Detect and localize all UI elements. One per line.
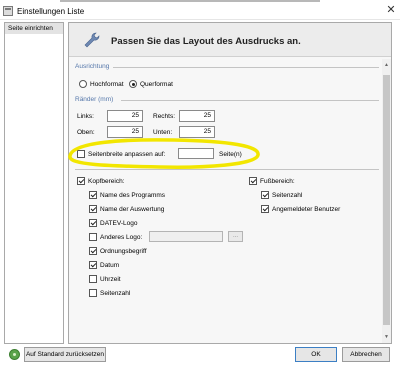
radio-querformat[interactable] [129, 80, 137, 88]
name-des-programms-label: Name des Programms [100, 192, 166, 199]
ordnungsbegriff-label: Ordnungsbegriff [100, 248, 147, 255]
datum-label: Datum [100, 262, 120, 269]
anderes-logo-path-input [149, 231, 223, 242]
close-button[interactable]: ✕ [382, 2, 400, 19]
kopfbereich-label: Kopfbereich: [88, 178, 125, 185]
seitenzahl-kopf-label: Seitenzahl [100, 290, 131, 297]
checkbox-datum[interactable] [89, 261, 97, 269]
rechts-input[interactable]: 25 [179, 110, 215, 122]
uhrzeit-label: Uhrzeit [100, 276, 121, 283]
vertical-scrollbar[interactable]: ▲ ▼ [382, 59, 391, 343]
oben-label: Oben: [77, 129, 95, 136]
app-icon [3, 6, 13, 16]
checkbox-angemeldeter-benutzer[interactable] [261, 205, 269, 213]
links-label: Links: [77, 113, 94, 120]
window-title: Einstellungen Liste [17, 7, 85, 16]
checkbox-name-der-auswertung[interactable] [89, 205, 97, 213]
panel-header: Passen Sie das Layout des Ausdrucks an. [69, 23, 391, 57]
rechts-label: Rechts: [153, 113, 176, 120]
checkbox-seitenzahl-kopf[interactable] [89, 289, 97, 297]
checkbox-anderes-logo[interactable] [89, 233, 97, 241]
links-input[interactable]: 25 [107, 110, 143, 122]
scroll-thumb[interactable] [383, 75, 390, 325]
checkbox-name-des-programms[interactable] [89, 191, 97, 199]
checkbox-ordnungsbegriff[interactable] [89, 247, 97, 255]
radio-hochformat[interactable] [79, 80, 87, 88]
scroll-up-arrow-icon[interactable]: ▲ [382, 61, 391, 69]
fussbereich-checkbox[interactable] [249, 177, 257, 185]
checkbox-seitenzahl-fuss[interactable] [261, 191, 269, 199]
radio-querformat-label: Querformat [140, 81, 173, 88]
checkbox-datev-logo[interactable] [89, 219, 97, 227]
browse-logo-button[interactable]: ... [228, 231, 243, 242]
datev-logo-label: DATEV-Logo [100, 220, 138, 227]
raender-heading: Ränder (mm) [75, 96, 114, 103]
page-title: Passen Sie das Layout des Ausdrucks an. [111, 36, 301, 47]
cancel-button[interactable]: Abbrechen [342, 347, 390, 362]
divider [113, 67, 379, 68]
anderes-logo-label: Anderes Logo: [100, 234, 143, 241]
wrench-icon [84, 32, 100, 48]
yellow-highlight-ellipse [68, 138, 260, 169]
ok-button[interactable]: OK [295, 347, 337, 362]
checkbox-uhrzeit[interactable] [89, 275, 97, 283]
radio-hochformat-label: Hochformat [90, 81, 124, 88]
seitenzahl-fuss-label: Seitenzahl [272, 192, 303, 199]
sidebar-item-seite-einrichten[interactable]: Seite einrichten [5, 23, 63, 34]
reset-defaults-button[interactable]: Auf Standard zurücksetzen [24, 347, 106, 362]
name-der-auswertung-label: Name der Auswertung [100, 206, 165, 213]
kopfbereich-checkbox[interactable] [77, 177, 85, 185]
settings-panel: Passen Sie das Layout des Ausdrucks an. … [68, 22, 392, 344]
sidebar: Seite einrichten [4, 22, 64, 344]
divider [121, 100, 379, 101]
angemeldeter-benutzer-label: Angemeldeter Benutzer [272, 206, 341, 213]
scroll-down-arrow-icon[interactable]: ▼ [382, 333, 391, 341]
unten-label: Unten: [153, 129, 173, 136]
fussbereich-label: Fußbereich: [260, 178, 295, 185]
help-icon[interactable] [9, 349, 20, 360]
ausrichtung-heading: Ausrichtung [75, 63, 110, 70]
title-bar: Einstellungen Liste ✕ [0, 2, 400, 20]
